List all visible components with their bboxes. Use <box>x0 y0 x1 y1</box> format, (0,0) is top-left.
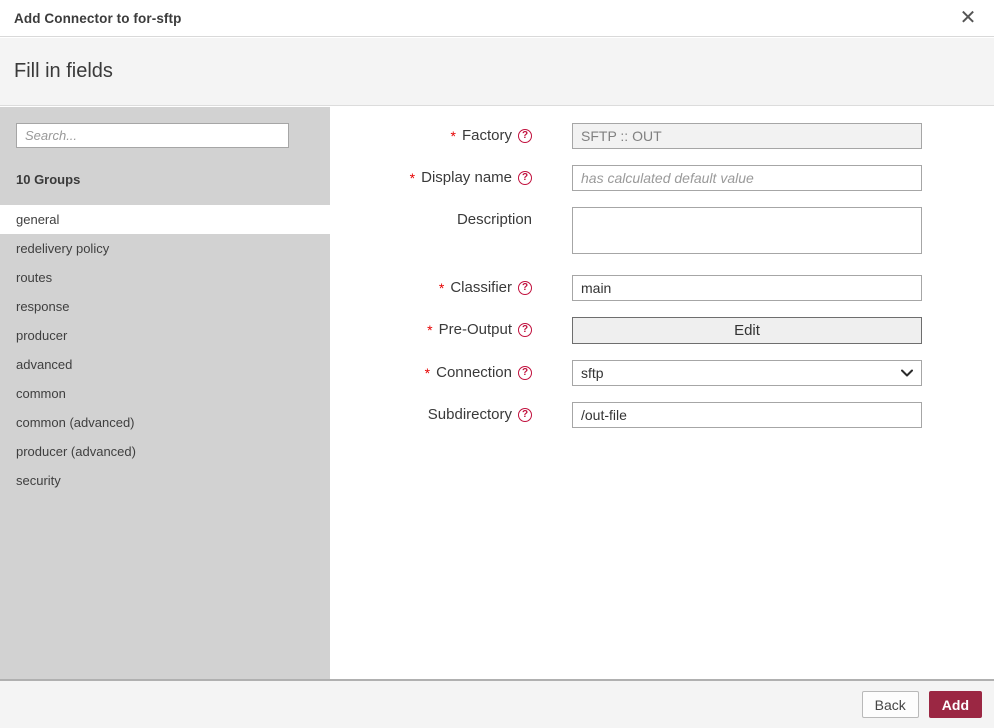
help-icon[interactable]: ? <box>518 323 532 337</box>
factory-label: Factory <box>461 127 512 144</box>
search-wrap <box>0 107 330 148</box>
connection-label: Connection <box>436 364 512 381</box>
sidebar-item-routes[interactable]: routes <box>0 263 330 292</box>
factory-label-cell: * Factory ? <box>330 123 532 149</box>
display-name-control <box>572 165 922 191</box>
close-icon[interactable]: ✕ <box>956 6 980 30</box>
sidebar-item-producer-advanced[interactable]: producer (advanced) <box>0 437 330 466</box>
sidebar-item-redelivery-policy[interactable]: redelivery policy <box>0 234 330 263</box>
connection-control: sftp <box>572 360 922 386</box>
factory-field <box>572 123 922 149</box>
subdirectory-control <box>572 402 922 428</box>
classifier-field[interactable] <box>572 275 922 301</box>
sidebar-item-advanced[interactable]: advanced <box>0 350 330 379</box>
pre-output-label-cell: * Pre-Output ? <box>330 317 532 344</box>
classifier-label-cell: * Classifier ? <box>330 275 532 301</box>
required-asterisk: * <box>450 128 456 144</box>
search-input[interactable] <box>16 123 289 148</box>
pre-output-control: Edit <box>572 317 922 344</box>
field-row-description: Description <box>330 207 994 259</box>
connection-select[interactable]: sftp <box>572 360 922 386</box>
help-icon[interactable]: ? <box>518 408 532 422</box>
form-panel: * Factory ? * Display name ? Description <box>330 107 994 679</box>
sidebar-item-general[interactable]: general <box>0 205 330 234</box>
field-row-factory: * Factory ? <box>330 123 994 149</box>
subdirectory-label-cell: Subdirectory ? <box>330 402 532 428</box>
edit-button[interactable]: Edit <box>572 317 922 344</box>
factory-control <box>572 123 922 149</box>
page-title: Fill in fields <box>14 60 113 82</box>
field-row-display-name: * Display name ? <box>330 165 994 191</box>
description-label-cell: Description <box>330 207 532 259</box>
help-icon[interactable]: ? <box>518 171 532 185</box>
add-connector-dialog: Add Connector to for-sftp ✕ Fill in fiel… <box>0 0 994 728</box>
field-row-subdirectory: Subdirectory ? <box>330 402 994 428</box>
required-asterisk: * <box>424 365 431 381</box>
display-name-label-cell: * Display name ? <box>330 165 532 191</box>
chevron-down-icon <box>901 369 913 377</box>
add-button[interactable]: Add <box>928 691 982 718</box>
connection-label-cell: * Connection ? <box>330 360 532 386</box>
classifier-label: Classifier <box>450 279 512 296</box>
pre-output-label: Pre-Output <box>438 321 512 338</box>
sidebar-item-security[interactable]: security <box>0 466 330 495</box>
classifier-control <box>572 275 922 301</box>
sidebar-item-response[interactable]: response <box>0 292 330 321</box>
sidebar-item-producer[interactable]: producer <box>0 321 330 350</box>
description-label: Description <box>456 211 532 228</box>
dialog-footer: Back Add <box>0 679 994 728</box>
back-button[interactable]: Back <box>861 691 919 718</box>
sidebar-item-common[interactable]: common <box>0 379 330 408</box>
help-icon[interactable]: ? <box>518 281 532 295</box>
field-row-pre-output: * Pre-Output ? Edit <box>330 317 994 344</box>
dialog-heading-bar: Fill in fields <box>0 38 994 106</box>
description-field[interactable] <box>572 207 922 254</box>
groups-sidebar: 10 Groups general redelivery policy rout… <box>0 107 330 679</box>
dialog-title: Add Connector to for-sftp <box>14 10 182 26</box>
groups-count-label: 10 Groups <box>16 172 81 187</box>
display-name-label: Display name <box>421 169 512 186</box>
required-asterisk: * <box>438 280 445 296</box>
sidebar-item-common-advanced[interactable]: common (advanced) <box>0 408 330 437</box>
subdirectory-label: Subdirectory <box>427 406 512 423</box>
field-row-connection: * Connection ? sftp <box>330 360 994 386</box>
field-row-classifier: * Classifier ? <box>330 275 994 301</box>
connection-selected-value: sftp <box>581 365 604 381</box>
help-icon[interactable]: ? <box>518 129 532 143</box>
subdirectory-field[interactable] <box>572 402 922 428</box>
help-icon[interactable]: ? <box>518 366 532 380</box>
dialog-titlebar: Add Connector to for-sftp ✕ <box>0 0 994 37</box>
required-asterisk: * <box>427 322 433 338</box>
display-name-field[interactable] <box>572 165 922 191</box>
description-control <box>572 207 922 259</box>
group-list: general redelivery policy routes respons… <box>0 205 330 495</box>
required-asterisk: * <box>409 170 416 186</box>
